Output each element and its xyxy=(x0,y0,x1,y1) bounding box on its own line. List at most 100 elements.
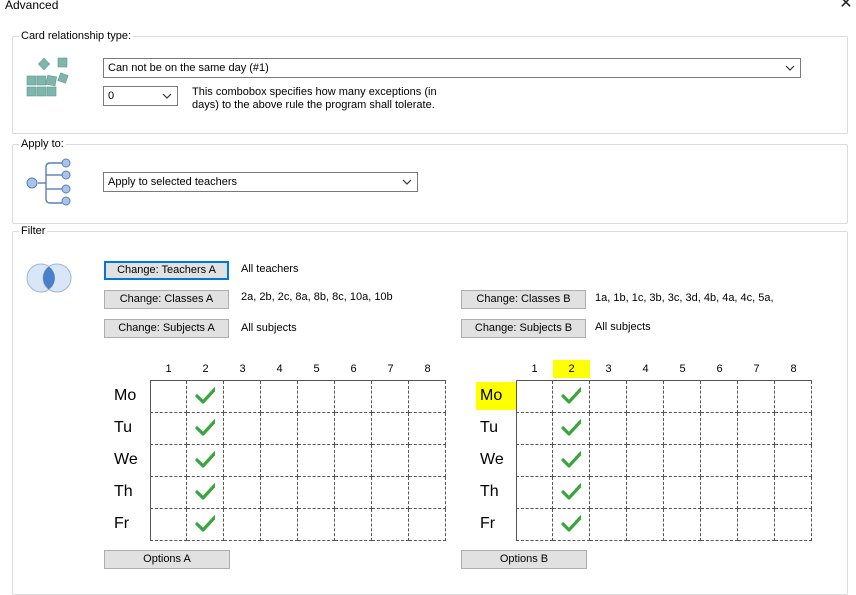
grid-cell[interactable] xyxy=(775,477,812,509)
grid-cell[interactable] xyxy=(150,413,187,445)
grid-cell[interactable] xyxy=(298,509,335,541)
day-label[interactable]: Fr xyxy=(110,510,150,538)
day-label[interactable]: We xyxy=(110,446,150,474)
grid-cell[interactable] xyxy=(261,509,298,541)
grid-cell[interactable] xyxy=(335,381,372,413)
grid-cell[interactable] xyxy=(701,381,738,413)
grid-cell[interactable] xyxy=(224,381,261,413)
grid-cell[interactable] xyxy=(335,413,372,445)
period-header[interactable]: 1 xyxy=(150,360,187,378)
day-label[interactable]: Tu xyxy=(476,414,516,442)
period-header[interactable]: 8 xyxy=(409,360,446,378)
grid-cell[interactable] xyxy=(553,509,590,541)
grid-cell[interactable] xyxy=(224,445,261,477)
grid-cell[interactable] xyxy=(150,477,187,509)
grid-cell[interactable] xyxy=(627,477,664,509)
period-header[interactable]: 7 xyxy=(738,360,775,378)
grid-cell[interactable] xyxy=(664,477,701,509)
options-b-button[interactable]: Options B xyxy=(461,550,587,569)
period-header[interactable]: 5 xyxy=(298,360,335,378)
grid-cell[interactable] xyxy=(187,509,224,541)
grid-cell[interactable] xyxy=(627,445,664,477)
grid-cell[interactable] xyxy=(664,445,701,477)
grid-cell[interactable] xyxy=(516,381,553,413)
grid-cell[interactable] xyxy=(627,381,664,413)
day-label[interactable]: We xyxy=(476,446,516,474)
grid-cell[interactable] xyxy=(738,381,775,413)
period-header[interactable]: 4 xyxy=(261,360,298,378)
grid-cell[interactable] xyxy=(187,477,224,509)
grid-cell[interactable] xyxy=(261,381,298,413)
period-header[interactable]: 8 xyxy=(775,360,812,378)
relationship-type-select[interactable]: Can not be on the same day (#1) xyxy=(103,58,801,78)
grid-cell[interactable] xyxy=(553,477,590,509)
grid-cell[interactable] xyxy=(409,413,446,445)
change-subjects-a-button[interactable]: Change: Subjects A xyxy=(104,319,229,338)
grid-cell[interactable] xyxy=(372,445,409,477)
change-classes-a-button[interactable]: Change: Classes A xyxy=(104,290,229,309)
grid-cell[interactable] xyxy=(738,477,775,509)
grid-cell[interactable] xyxy=(187,413,224,445)
period-header[interactable]: 2 xyxy=(553,360,590,378)
apply-to-select[interactable]: Apply to selected teachers xyxy=(103,172,418,192)
grid-cell[interactable] xyxy=(590,509,627,541)
grid-cell[interactable] xyxy=(590,413,627,445)
grid-cell[interactable] xyxy=(553,381,590,413)
grid-cell[interactable] xyxy=(372,381,409,413)
grid-cell[interactable] xyxy=(516,445,553,477)
grid-cell[interactable] xyxy=(298,381,335,413)
grid-cell[interactable] xyxy=(409,477,446,509)
change-classes-b-button[interactable]: Change: Classes B xyxy=(461,290,586,309)
grid-cell[interactable] xyxy=(224,413,261,445)
grid-cell[interactable] xyxy=(664,381,701,413)
grid-cell[interactable] xyxy=(150,381,187,413)
grid-cell[interactable] xyxy=(553,445,590,477)
options-a-button[interactable]: Options A xyxy=(104,550,230,569)
grid-cell[interactable] xyxy=(516,477,553,509)
grid-cell[interactable] xyxy=(187,381,224,413)
grid-cell[interactable] xyxy=(701,477,738,509)
grid-cell[interactable] xyxy=(298,413,335,445)
grid-cell[interactable] xyxy=(261,477,298,509)
grid-cell[interactable] xyxy=(590,381,627,413)
grid-cell[interactable] xyxy=(335,445,372,477)
grid-cell[interactable] xyxy=(224,509,261,541)
grid-cell[interactable] xyxy=(664,413,701,445)
grid-cell[interactable] xyxy=(150,445,187,477)
change-subjects-b-button[interactable]: Change: Subjects B xyxy=(461,319,586,338)
period-header[interactable]: 3 xyxy=(590,360,627,378)
day-label[interactable]: Mo xyxy=(476,382,516,410)
grid-cell[interactable] xyxy=(516,413,553,445)
grid-cell[interactable] xyxy=(701,509,738,541)
grid-cell[interactable] xyxy=(261,445,298,477)
change-teachers-a-button[interactable]: Change: Teachers A xyxy=(104,261,229,280)
period-header[interactable]: 6 xyxy=(335,360,372,378)
day-label[interactable]: Th xyxy=(476,478,516,506)
grid-cell[interactable] xyxy=(150,509,187,541)
exceptions-select[interactable]: 0 xyxy=(103,86,178,106)
grid-cell[interactable] xyxy=(372,477,409,509)
grid-cell[interactable] xyxy=(627,413,664,445)
grid-cell[interactable] xyxy=(553,413,590,445)
grid-cell[interactable] xyxy=(335,477,372,509)
grid-cell[interactable] xyxy=(775,413,812,445)
period-header[interactable]: 2 xyxy=(187,360,224,378)
grid-cell[interactable] xyxy=(738,413,775,445)
grid-cell[interactable] xyxy=(409,509,446,541)
period-header[interactable]: 6 xyxy=(701,360,738,378)
grid-cell[interactable] xyxy=(775,509,812,541)
grid-cell[interactable] xyxy=(590,445,627,477)
day-label[interactable]: Fr xyxy=(476,510,516,538)
grid-cell[interactable] xyxy=(590,477,627,509)
grid-cell[interactable] xyxy=(775,445,812,477)
grid-cell[interactable] xyxy=(738,445,775,477)
period-header[interactable]: 4 xyxy=(627,360,664,378)
grid-cell[interactable] xyxy=(738,509,775,541)
grid-cell[interactable] xyxy=(224,477,261,509)
grid-cell[interactable] xyxy=(372,509,409,541)
grid-cell[interactable] xyxy=(298,477,335,509)
grid-cell[interactable] xyxy=(372,413,409,445)
grid-cell[interactable] xyxy=(701,445,738,477)
period-header[interactable]: 3 xyxy=(224,360,261,378)
grid-cell[interactable] xyxy=(298,445,335,477)
